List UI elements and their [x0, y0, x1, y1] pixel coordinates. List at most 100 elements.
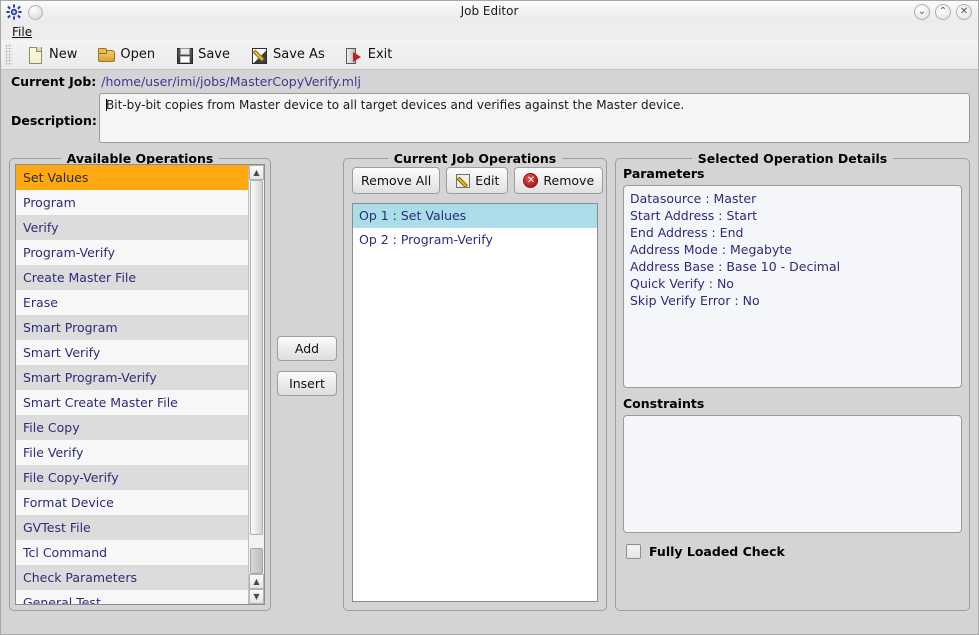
available-operation-item[interactable]: Verify	[16, 215, 248, 240]
current-job-row: Current Job: /home/user/imi/jobs/MasterC…	[1, 70, 978, 91]
current-job-label: Current Job:	[11, 74, 97, 89]
available-operation-label: Verify	[23, 220, 59, 235]
scroll-thumb-secondary[interactable]	[250, 548, 263, 574]
scroll-thumb[interactable]	[250, 180, 263, 535]
job-operation-item[interactable]: Op 1 : Set Values	[353, 204, 597, 228]
constraints-list[interactable]	[623, 415, 962, 533]
insert-button[interactable]: Insert	[277, 371, 337, 396]
exit-button[interactable]: Exit	[335, 42, 403, 68]
exit-button-label: Exit	[367, 47, 393, 62]
available-operations-scrollbar[interactable]: ▲ ▲ ▼	[248, 165, 264, 604]
remove-circle-icon: ✕	[523, 173, 539, 188]
description-label: Description:	[11, 113, 97, 128]
available-operation-item[interactable]: Set Values	[16, 165, 248, 190]
available-operation-label: File Verify	[23, 445, 84, 460]
save-as-button[interactable]: Save As	[240, 42, 335, 68]
transfer-button-column: Add Insert	[271, 151, 343, 611]
remove-all-button[interactable]: Remove All	[352, 167, 441, 194]
toolbar-grip[interactable]	[5, 43, 12, 66]
available-operation-item[interactable]: Smart Program	[16, 315, 248, 340]
parameter-line: Address Mode : Megabyte	[630, 242, 792, 257]
close-button[interactable]: ✕	[956, 4, 972, 20]
available-operation-label: Smart Verify	[23, 345, 101, 360]
add-button[interactable]: Add	[277, 336, 337, 361]
fully-loaded-check-row[interactable]: Fully Loaded Check	[623, 544, 962, 559]
available-operation-item[interactable]: Smart Verify	[16, 340, 248, 365]
available-operation-item[interactable]: File Copy-Verify	[16, 465, 248, 490]
job-operation-label: Op 1 : Set Values	[359, 208, 467, 223]
available-operation-label: Program-Verify	[23, 245, 115, 260]
description-input[interactable]: Bit-by-bit copies from Master device to …	[99, 93, 970, 143]
new-button-label: New	[49, 47, 78, 62]
available-operation-item[interactable]: File Copy	[16, 415, 248, 440]
menu-file-label: File	[12, 24, 33, 39]
minimize-button[interactable]: ⌄	[914, 4, 930, 20]
edit-button[interactable]: Edit	[446, 167, 509, 194]
parameter-line: Skip Verify Error : No	[630, 293, 760, 308]
available-operation-label: Create Master File	[23, 270, 137, 285]
current-job-operations-title: Current Job Operations	[344, 151, 606, 166]
description-row: Description: Bit-by-bit copies from Mast…	[1, 91, 978, 143]
available-operation-item[interactable]: GVTest File	[16, 515, 248, 540]
available-operation-item[interactable]: Create Master File	[16, 265, 248, 290]
save-as-icon	[250, 46, 268, 64]
title-bar: Job Editor ⌄ ⌃ ✕	[1, 1, 978, 23]
parameter-line: Start Address : Start	[630, 208, 757, 223]
selected-operation-details-title: Selected Operation Details	[616, 151, 969, 166]
available-operation-item[interactable]: Check Parameters	[16, 565, 248, 590]
open-button[interactable]: Open	[87, 42, 165, 68]
main-panels: Available Operations Set Values Program Ve…	[1, 143, 978, 611]
fully-loaded-check-label: Fully Loaded Check	[649, 544, 785, 559]
current-job-operations-list[interactable]: Op 1 : Set Values Op 2 : Program-Verify	[352, 203, 598, 602]
menu-file[interactable]: File	[9, 25, 35, 39]
available-operation-label: Set Values	[23, 170, 89, 185]
available-operation-item[interactable]: Program-Verify	[16, 240, 248, 265]
available-operation-item[interactable]: General Test	[16, 590, 248, 604]
job-operation-label: Op 2 : Program-Verify	[359, 232, 493, 247]
remove-button[interactable]: ✕ Remove	[514, 167, 604, 194]
new-button[interactable]: New	[16, 42, 87, 68]
available-operation-item[interactable]: Format Device	[16, 490, 248, 515]
floppy-disk-icon	[175, 46, 194, 64]
parameters-label: Parameters	[623, 166, 705, 181]
scroll-track[interactable]	[249, 180, 264, 574]
scroll-down-icon[interactable]: ▼	[249, 589, 264, 604]
available-operation-label: Erase	[23, 295, 58, 310]
current-job-operations-group: Current Job Operations Remove All Edit ✕…	[343, 151, 607, 611]
open-button-label: Open	[120, 47, 156, 62]
available-operation-item[interactable]: Smart Program-Verify	[16, 365, 248, 390]
toolbar: New Open Save Save As Exit	[1, 40, 978, 70]
job-operation-item[interactable]: Op 2 : Program-Verify	[353, 228, 597, 252]
edit-button-label: Edit	[475, 173, 500, 188]
menu-bar: File	[1, 23, 978, 40]
fully-loaded-check-checkbox[interactable]	[626, 544, 641, 559]
available-operation-label: Tcl Command	[23, 545, 108, 560]
available-operation-item[interactable]: Tcl Command	[16, 540, 248, 565]
exit-door-icon	[345, 46, 363, 64]
parameters-list[interactable]: Datasource : Master Start Address : Start…	[623, 185, 962, 388]
available-operation-item[interactable]: Smart Create Master File	[16, 390, 248, 415]
maximize-button[interactable]: ⌃	[935, 4, 951, 20]
selected-operation-details-group: Selected Operation Details Parameters Da…	[615, 151, 970, 611]
available-operations-list[interactable]: Set Values Program Verify Program-Verify Cre…	[16, 165, 248, 604]
available-operation-item[interactable]: File Verify	[16, 440, 248, 465]
available-operation-label: Smart Program-Verify	[23, 370, 157, 385]
parameter-line: Datasource : Master	[630, 191, 757, 206]
available-operation-item[interactable]: Program	[16, 190, 248, 215]
available-operation-label: Smart Program	[23, 320, 118, 335]
scroll-step-up-icon[interactable]: ▲	[249, 574, 264, 589]
remove-all-button-label: Remove All	[361, 173, 432, 188]
parameter-line: Quick Verify : No	[630, 276, 734, 291]
current-job-path: /home/user/imi/jobs/MasterCopyVerify.mlj	[101, 74, 361, 89]
available-operation-item[interactable]: Erase	[16, 290, 248, 315]
parameter-line: Address Base : Base 10 - Decimal	[630, 259, 841, 274]
save-button[interactable]: Save	[165, 42, 240, 68]
window-title: Job Editor	[460, 4, 519, 18]
available-operation-label: Check Parameters	[23, 570, 137, 585]
scroll-up-icon[interactable]: ▲	[249, 165, 264, 180]
save-as-button-label: Save As	[273, 47, 325, 62]
available-operation-label: File Copy	[23, 420, 80, 435]
description-value: Bit-by-bit copies from Master device to …	[106, 98, 685, 112]
available-operation-label: General Test	[23, 595, 101, 604]
selected-operation-details-body: Parameters Datasource : Master Start Addr…	[623, 166, 962, 603]
